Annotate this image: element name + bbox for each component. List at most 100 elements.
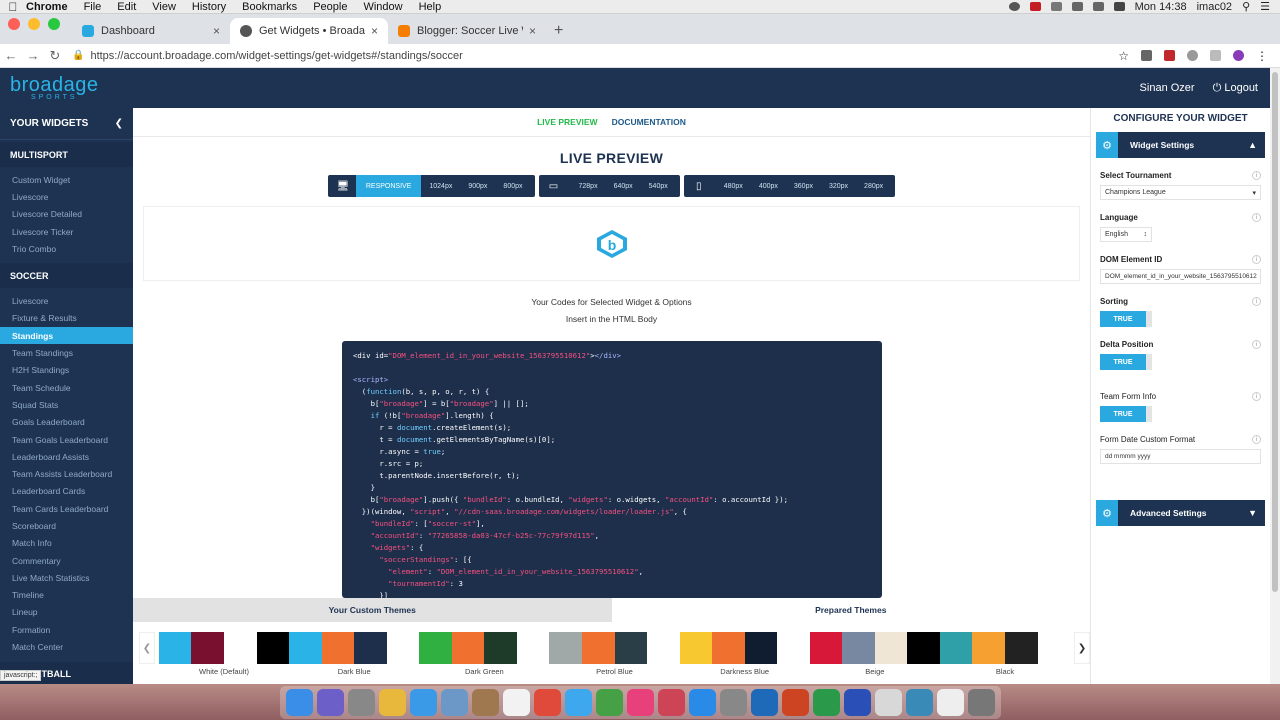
dock-app-icon[interactable] [285,688,313,716]
info-icon[interactable]: i [1252,340,1261,349]
sidebar-item-trio-combo[interactable]: Trio Combo [0,240,133,257]
volume-icon[interactable] [1092,2,1104,11]
dock-app-icon[interactable] [347,688,375,716]
menu-bookmarks[interactable]: Bookmarks [242,1,297,13]
size-400-button[interactable]: 400px [751,175,786,197]
menu-file[interactable]: File [84,1,102,13]
user-name[interactable]: Sinan Ozer [1140,82,1195,94]
size-640-button[interactable]: 640px [606,175,641,197]
bookmark-star-icon[interactable]: ☆ [1118,49,1129,63]
menu-clock[interactable]: Mon 14:38 [1135,1,1187,13]
apple-icon[interactable]:  [0,0,26,14]
logout-button[interactable]: ⏻ Logout [1213,82,1258,95]
sidebar-item-team-assists-leaderboard[interactable]: Team Assists Leaderboard [0,465,133,482]
phone-icon[interactable]: ▯ [688,181,710,192]
url-field[interactable]: 🔒 https://account.broadage.com/widget-se… [72,46,1106,66]
embed-code-block[interactable]: <div id="DOM_element_id_in_your_website_… [342,341,882,598]
theme-option[interactable]: White (Default) [158,632,290,676]
sidebar-item-h2h-standings[interactable]: H2H Standings [0,362,133,379]
theme-swatch[interactable] [809,632,940,664]
size-800-button[interactable]: 800px [495,175,530,197]
dock-app-icon[interactable] [936,688,964,716]
wifi-icon[interactable] [1071,2,1083,11]
menu-user[interactable]: imac02 [1197,1,1232,13]
profile-avatar[interactable] [1233,50,1244,61]
size-480-button[interactable]: 480px [716,175,751,197]
page-scrollbar[interactable] [1270,68,1280,684]
date-format-input[interactable]: dd mmmm yyyy [1100,449,1261,464]
chrome-menu-icon[interactable]: ⋮ [1256,49,1268,63]
sidebar-item-live-match-statistics[interactable]: Live Match Statistics [0,569,133,586]
theme-swatch[interactable] [419,632,550,664]
sidebar-item-commentary[interactable]: Commentary [0,552,133,569]
info-icon[interactable]: i [1252,255,1261,264]
close-window-button[interactable] [8,18,20,30]
battery-icon[interactable] [1113,2,1125,11]
sidebar-item-team-schedule[interactable]: Team Schedule [0,379,133,396]
close-tab-icon[interactable]: × [213,24,220,38]
dock-app-icon[interactable] [533,688,561,716]
tab-live-preview[interactable]: LIVE PREVIEW [537,117,597,127]
theme-option[interactable]: Petrol Blue [549,632,680,676]
sidebar-item-custom-widget[interactable]: Custom Widget [0,171,133,188]
dock-app-icon[interactable] [905,688,933,716]
widget-settings-header[interactable]: ⚙ Widget Settings ▲ [1096,132,1265,158]
theme-swatch[interactable] [158,632,290,664]
minimize-window-button[interactable] [28,18,40,30]
delta-position-toggle[interactable]: TRUE [1100,354,1152,370]
sidebar-item-livescore-ticker[interactable]: Livescore Ticker [0,223,133,240]
theme-swatch[interactable] [939,632,1071,664]
advanced-settings-header[interactable]: ⚙ Advanced Settings ▼ [1096,500,1265,526]
size-360-button[interactable]: 360px [786,175,821,197]
dock-app-icon[interactable] [688,688,716,716]
sidebar-item-fixture-results[interactable]: Fixture & Results [0,310,133,327]
sidebar-item-timeline[interactable]: Timeline [0,587,133,604]
collapse-sidebar-icon[interactable]: ❮ [115,118,123,129]
sidebar-item-team-cards-leaderboard[interactable]: Team Cards Leaderboard [0,500,133,517]
tab-prepared-themes[interactable]: Prepared Themes [611,598,1090,622]
reload-icon[interactable]: ↻ [44,48,66,64]
size-728-button[interactable]: 728px [571,175,606,197]
spotlight-icon[interactable]: ⚲ [1242,0,1250,13]
sidebar-item-squad-stats[interactable]: Squad Stats [0,396,133,413]
menu-people[interactable]: People [313,1,347,13]
scrollbar-thumb[interactable] [1272,72,1278,592]
dock-app-icon[interactable] [657,688,685,716]
menu-app-name[interactable]: Chrome [26,1,68,13]
browser-tab-dashboard[interactable]: Dashboard × [72,18,230,44]
desktop-icon[interactable]: 🖥 [332,181,354,192]
size-540-button[interactable]: 540px [641,175,676,197]
extension-icon[interactable] [1210,50,1221,61]
dock-app-icon[interactable] [316,688,344,716]
dock-app-icon[interactable] [626,688,654,716]
browser-tab-blogger[interactable]: Blogger: Soccer Live Widgets × [388,18,546,44]
dock-app-icon[interactable] [471,688,499,716]
info-icon[interactable]: i [1252,392,1261,401]
tab-custom-themes[interactable]: Your Custom Themes [133,598,612,622]
url-text[interactable]: https://account.broadage.com/widget-sett… [90,50,462,62]
theme-swatch[interactable] [289,632,420,664]
sorting-toggle[interactable]: TRUE [1100,311,1152,327]
sidebar-item-leaderboard-assists[interactable]: Leaderboard Assists [0,448,133,465]
size-responsive-button[interactable]: RESPONSIVE [355,175,422,197]
dock-app-icon[interactable] [874,688,902,716]
info-icon[interactable]: i [1252,171,1261,180]
language-select[interactable]: English ↕ [1100,227,1152,242]
extension-globe-icon[interactable] [1187,50,1198,61]
theme-swatch[interactable] [679,632,810,664]
dock-app-icon[interactable] [440,688,468,716]
dock-app-icon[interactable] [843,688,871,716]
new-tab-button[interactable]: + [546,22,563,44]
app-tray-icon[interactable] [1029,2,1041,11]
sidebar-item-team-goals-leaderboard[interactable]: Team Goals Leaderboard [0,431,133,448]
close-tab-icon[interactable]: × [371,24,378,38]
back-icon[interactable]: ← [0,48,22,63]
dom-id-input[interactable]: DOM_element_id_in_your_website_156379551… [1100,269,1261,284]
zoom-window-button[interactable] [48,18,60,30]
team-form-info-toggle[interactable]: TRUE [1100,406,1152,422]
close-tab-icon[interactable]: × [529,24,536,38]
menu-window[interactable]: Window [363,1,402,13]
browser-tab-get-widgets[interactable]: Get Widgets • Broadage Sports × [230,18,388,44]
info-icon[interactable]: i [1252,435,1261,444]
dock-app-icon[interactable] [719,688,747,716]
